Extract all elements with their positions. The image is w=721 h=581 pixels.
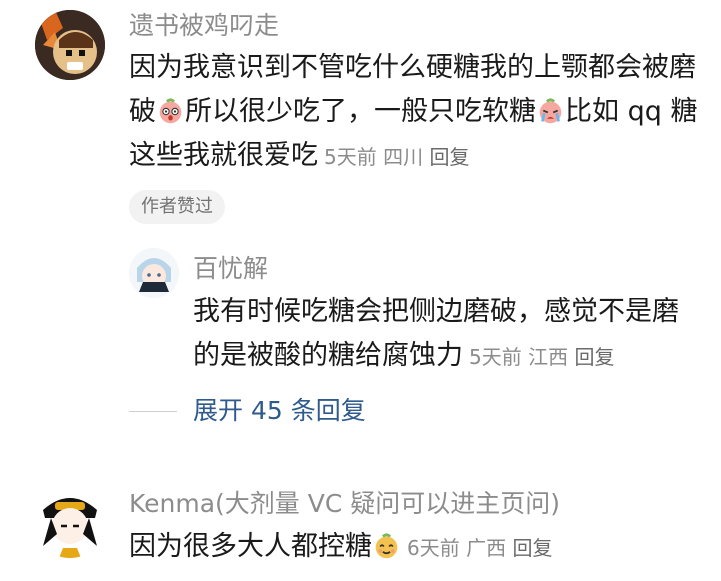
comment-line: 因为很多大人都控糖 bbox=[129, 531, 372, 562]
comment-location: 四川 bbox=[383, 145, 424, 169]
comment-username[interactable]: 遗书被鸡叼走 bbox=[129, 13, 279, 38]
comment-line: 这些我就很爱吃 bbox=[129, 140, 318, 171]
comment-meta: 5天前 四川 回复 bbox=[324, 145, 469, 169]
avatar[interactable] bbox=[129, 248, 179, 298]
comment-line: 破 bbox=[129, 96, 156, 127]
author-liked-badge: 作者赞过 bbox=[129, 190, 225, 224]
comment-text: 因为很多大人都控糖 6天前 广西 回复 bbox=[129, 525, 714, 570]
comment-line: 因为我意识到不管吃什么硬糖我的上颚都会被磨 bbox=[129, 52, 696, 83]
comment-time: 5天前 bbox=[324, 145, 377, 169]
avatar[interactable] bbox=[35, 10, 105, 80]
crying-emoji-icon bbox=[539, 98, 562, 124]
shocked-emoji-icon bbox=[159, 98, 182, 124]
comment-line: 我有时候吃糖会把侧边磨破，感觉不是磨 bbox=[193, 296, 679, 327]
comment-meta: 6天前 广西 回复 bbox=[407, 536, 552, 560]
reply-username[interactable]: 百忧解 bbox=[193, 256, 268, 281]
comment-line: 的是被酸的糖给腐蚀力 bbox=[193, 340, 463, 371]
reply-text: 我有时候吃糖会把侧边磨破，感觉不是磨 的是被酸的糖给腐蚀力 5天前 江西 回复 bbox=[193, 290, 713, 379]
comment-meta: 5天前 江西 回复 bbox=[469, 345, 614, 369]
reply-button[interactable]: 回复 bbox=[429, 145, 469, 169]
comment-line: 所以很少吃了，一般只吃软糖 bbox=[185, 96, 536, 127]
reply-button[interactable]: 回复 bbox=[512, 536, 552, 560]
smug-emoji-icon bbox=[375, 533, 398, 559]
reply-button[interactable]: 回复 bbox=[574, 345, 614, 369]
comment-time: 6天前 bbox=[407, 536, 460, 560]
comment-text: 因为我意识到不管吃什么硬糖我的上颚都会被磨 破所以很少吃了，一般只吃软糖 比如 q… bbox=[129, 46, 714, 179]
divider bbox=[129, 411, 177, 412]
comment-time: 5天前 bbox=[469, 345, 522, 369]
comment-location: 江西 bbox=[528, 345, 569, 369]
avatar[interactable] bbox=[35, 488, 105, 558]
expand-replies-button[interactable]: 展开 45 条回复 bbox=[193, 393, 366, 429]
comment-location: 广西 bbox=[466, 536, 507, 560]
comment-username[interactable]: Kenma(大剂量 VC 疑问可以进主页问) bbox=[129, 491, 560, 516]
comment-line: 比如 qq 糖 bbox=[565, 96, 698, 127]
